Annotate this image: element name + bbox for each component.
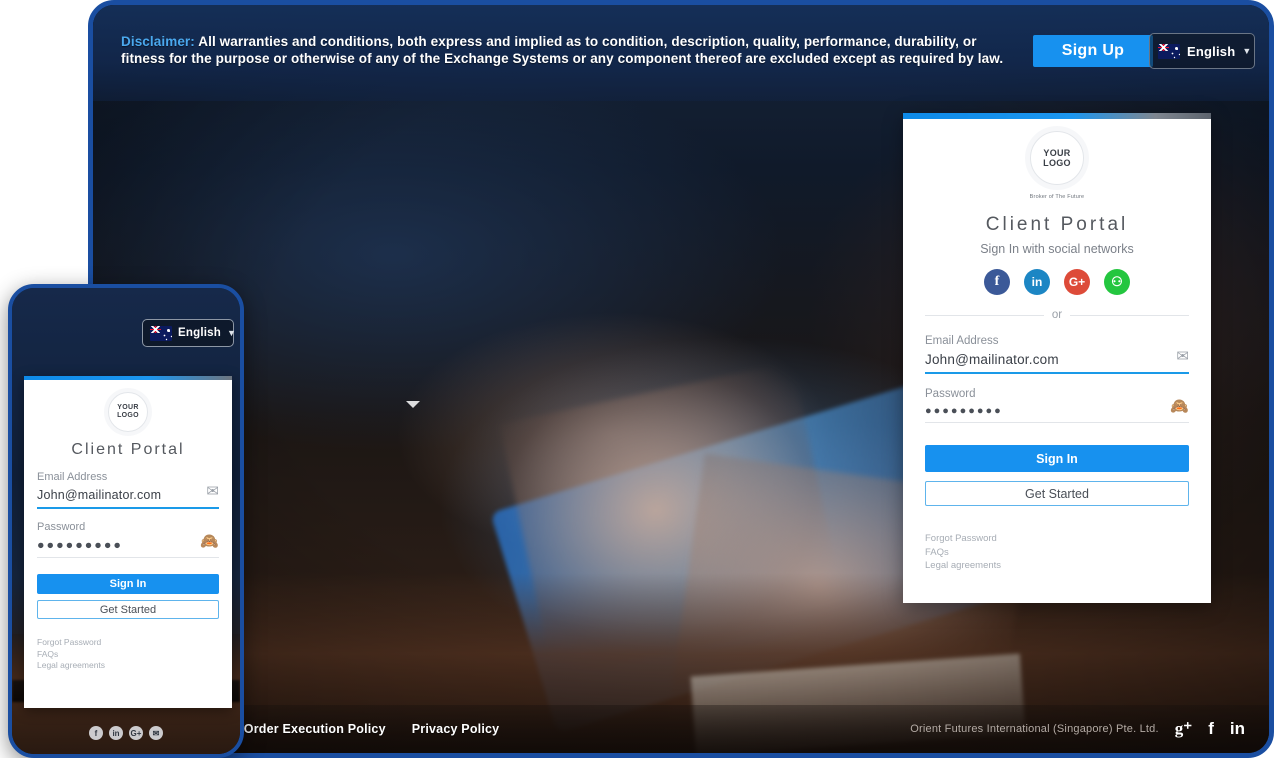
language-selector[interactable]: English ▼ [1149,33,1255,69]
mobile-login-card: YOUR LOGO Client Portal Email Address Jo… [24,376,232,708]
sign-up-button[interactable]: Sign Up [1033,35,1153,67]
chevron-down-icon: ▼ [1242,46,1252,56]
envelope-icon: ✉ [206,483,219,500]
mobile-language-selector[interactable]: English ▼ [142,319,236,347]
copyright-text: Orient Futures International (Singapore)… [910,723,1159,735]
logo-line-2: LOGO [1043,158,1071,168]
linkedin-icon[interactable]: in [109,726,123,740]
mobile-screen: English ▼ YOUR LOGO Client Portal Email … [12,288,240,754]
wechat-icon[interactable]: ⚇ [1104,269,1130,295]
logo-line-2: LOGO [117,412,139,419]
facebook-icon[interactable]: f [984,269,1010,295]
language-label: English [1187,43,1236,59]
mobile-language-label: English [178,327,221,339]
social-login-row: f in G+ ⚇ [903,269,1211,295]
or-label: or [1051,309,1063,321]
login-card: YOUR LOGO Broker of The Future Client Po… [903,113,1211,603]
brand-logo: YOUR LOGO Broker of The Future [903,119,1211,200]
chevron-down-icon: ▼ [226,328,236,338]
page-root: Disclaimer: All warranties and condition… [0,0,1274,758]
logo-circle-icon: YOUR LOGO [1030,131,1084,185]
scroll-down-chevron-icon[interactable] [406,401,420,408]
faqs-link[interactable]: FAQs [37,649,219,661]
order-execution-policy-link[interactable]: Order Execution Policy [244,722,386,736]
linkedin-icon[interactable]: in [1024,269,1050,295]
twitter-icon[interactable]: ✉ [149,726,163,740]
sign-in-button[interactable]: Sign In [925,445,1189,472]
mobile-brand-logo: YOUR LOGO [24,380,232,432]
mobile-email-input-value[interactable]: John@mailinator.com [37,488,219,502]
divider-line-left [925,314,1044,316]
eye-off-icon[interactable]: 🙈 [200,532,219,550]
google-plus-icon[interactable]: g⁺ [1175,719,1192,739]
social-signin-subtitle: Sign In with social networks [980,242,1134,256]
mobile-password-input-value[interactable]: ●●●●●●●●● [37,538,219,552]
google-plus-icon[interactable]: G+ [129,726,143,740]
logo-circle-icon: YOUR LOGO [108,392,148,432]
mobile-email-label: Email Address [37,471,108,483]
mobile-helper-links: Forgot Password FAQs Legal agreements [37,637,219,672]
faqs-link[interactable]: FAQs [925,546,1189,560]
disclaimer-keyword: Disclaimer: [121,34,195,49]
flag-australia-icon [150,325,172,341]
footer: Risk Disclosure Order Execution Policy P… [93,705,1269,753]
email-field[interactable]: Email Address John@mailinator.com ✉ [925,335,1189,374]
facebook-icon[interactable]: f [1208,719,1214,739]
password-label: Password [925,388,976,400]
email-input-value[interactable]: John@mailinator.com [925,352,1189,367]
facebook-icon[interactable]: f [89,726,103,740]
eye-off-icon[interactable]: 🙈 [1170,397,1189,415]
mobile-page-title: Client Portal [71,441,185,458]
disclaimer-text: Disclaimer: All warranties and condition… [121,33,1021,67]
linkedin-icon[interactable]: in [1230,719,1245,739]
envelope-icon: ✉ [1176,348,1189,365]
legal-agreements-link[interactable]: Legal agreements [37,660,219,672]
helper-links: Forgot Password FAQs Legal agreements [925,532,1189,573]
disclaimer-band: Disclaimer: All warranties and condition… [93,5,1269,101]
mobile-email-field[interactable]: Email Address John@mailinator.com ✉ [37,471,219,509]
get-started-button[interactable]: Get Started [925,481,1189,506]
mobile-footer-socials: f in G+ ✉ [89,726,163,740]
logo-line-1: YOUR [1043,148,1071,158]
mobile-device-frame: English ▼ YOUR LOGO Client Portal Email … [8,284,244,758]
flag-australia-icon [1158,43,1180,59]
desktop-screen: Disclaimer: All warranties and condition… [93,5,1269,753]
divider-line-right [1070,314,1190,316]
mobile-get-started-button[interactable]: Get Started [37,600,219,619]
forgot-password-link[interactable]: Forgot Password [37,637,219,649]
forgot-password-link[interactable]: Forgot Password [925,532,1189,546]
logo-line-1: YOUR [117,404,139,411]
mobile-sign-in-button[interactable]: Sign In [37,574,219,594]
desktop-device-frame: Disclaimer: All warranties and condition… [88,0,1274,758]
legal-agreements-link[interactable]: Legal agreements [925,559,1189,573]
privacy-policy-link[interactable]: Privacy Policy [412,722,500,736]
password-input-value[interactable]: ●●●●●●●●● [925,405,1189,417]
page-title: Client Portal [985,214,1129,235]
mobile-password-label: Password [37,521,86,533]
disclaimer-body: All warranties and conditions, both expr… [121,34,1004,66]
google-plus-icon[interactable]: G+ [1064,269,1090,295]
or-divider: or [925,309,1190,321]
footer-right-group: Orient Futures International (Singapore)… [910,719,1245,739]
mobile-password-field[interactable]: Password ●●●●●●●●● 🙈 [37,521,219,558]
password-field[interactable]: Password ●●●●●●●●● 🙈 [925,388,1189,423]
logo-tagline: Broker of The Future [1029,194,1085,200]
email-label: Email Address [925,335,999,347]
